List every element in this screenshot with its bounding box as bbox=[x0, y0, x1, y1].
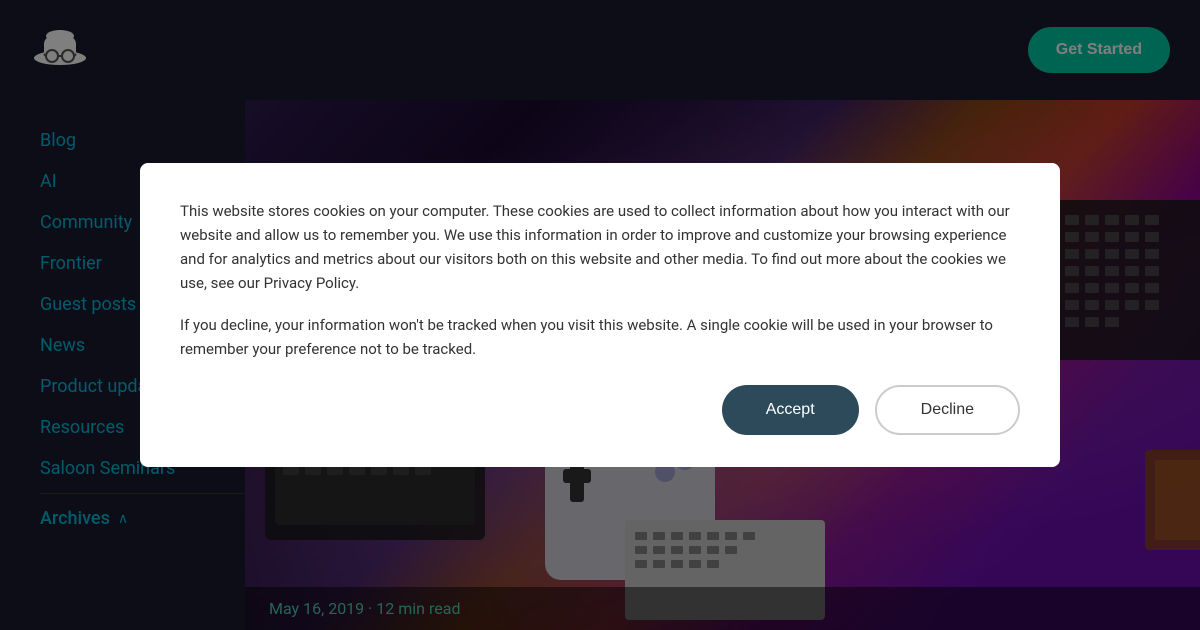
cookie-overlay: This website stores cookies on your comp… bbox=[0, 0, 1200, 630]
accept-button[interactable]: Accept bbox=[722, 385, 859, 435]
cookie-buttons: Accept Decline bbox=[180, 385, 1020, 435]
decline-button[interactable]: Decline bbox=[875, 385, 1020, 435]
cookie-modal: This website stores cookies on your comp… bbox=[140, 163, 1060, 467]
cookie-paragraph-2: If you decline, your information won't b… bbox=[180, 313, 1020, 361]
cookie-paragraph-1: This website stores cookies on your comp… bbox=[180, 199, 1020, 295]
